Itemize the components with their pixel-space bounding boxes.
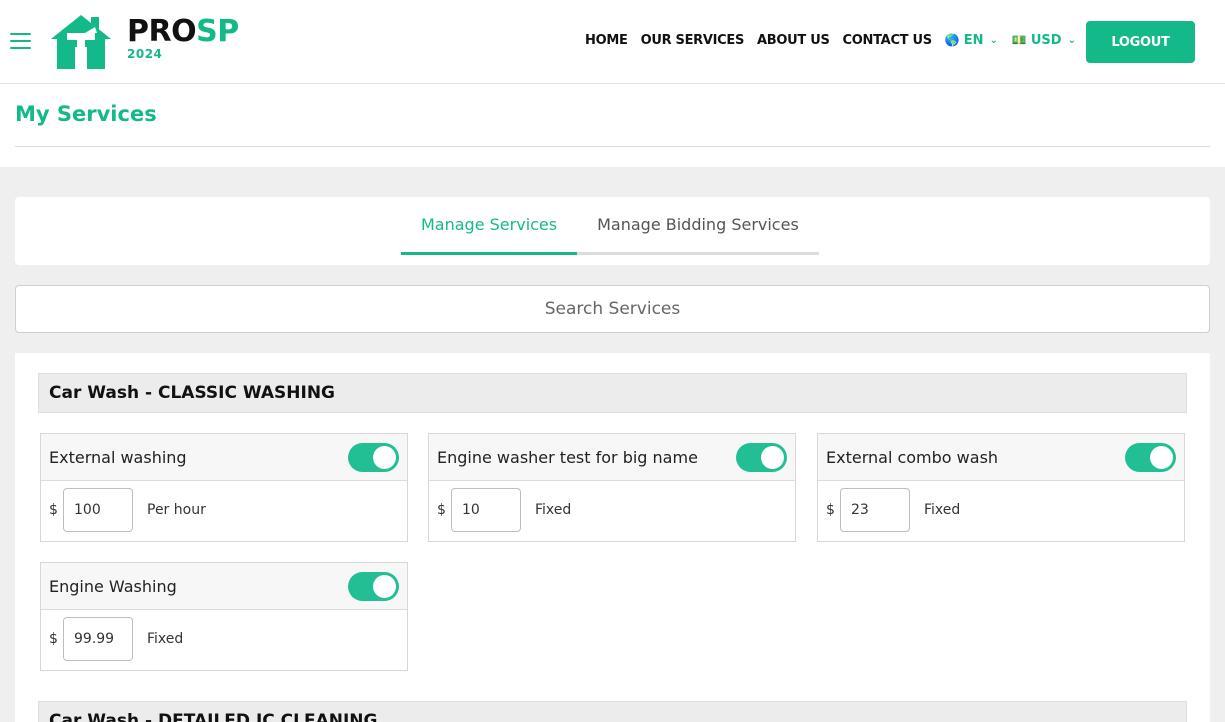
service-card-body: $ Fixed [818,481,1184,541]
language-dropdown[interactable]: 🌎 EN ⌄ [945,33,998,48]
nav-home[interactable]: HOME [585,33,628,48]
logo-wordmark: PROSP [127,14,239,49]
toggle-knob [761,446,784,469]
page-title: My Services [15,102,157,126]
main-nav: HOME OUR SERVICES ABOUT US CONTACT US 🌎 … [585,31,1090,49]
hamburger-menu-icon[interactable] [10,33,31,49]
tabs-card: Manage Services Manage Bidding Services [15,197,1210,265]
price-input[interactable] [63,488,133,532]
service-enabled-toggle[interactable] [348,443,399,472]
price-input[interactable] [451,488,521,532]
logo-year: 2024 [127,47,163,61]
price-input[interactable] [63,617,133,661]
search-input[interactable] [15,285,1210,333]
service-card-body: $ Fixed [429,481,795,541]
currency-symbol: $ [437,502,446,518]
service-name: Engine Washing [49,577,177,596]
language-label: EN [963,32,984,48]
logout-button[interactable]: LOGOUT [1086,21,1195,63]
toggle-knob [373,575,396,598]
brand-logo[interactable]: PROSP 2024 [49,13,239,71]
chevron-down-icon: ⌄ [1067,34,1076,46]
service-card-engine-washing: Engine Washing $ Fixed [40,562,408,671]
service-enabled-toggle[interactable] [348,572,399,601]
service-name: Engine washer test for big name [437,448,698,467]
service-enabled-toggle[interactable] [1125,443,1176,472]
currency-dropdown[interactable]: 💵 USD ⌄ [1012,33,1076,48]
currency-symbol: $ [49,502,58,518]
service-card-engine-washer-test: Engine washer test for big name $ Fixed [428,433,796,542]
service-card-header: External combo wash [818,434,1184,481]
currency-symbol: $ [49,631,58,647]
price-unit: Fixed [147,631,184,647]
service-card-header: Engine Washing [41,563,407,610]
title-divider [15,146,1210,147]
service-tabs: Manage Services Manage Bidding Services [401,211,819,255]
service-card-external-washing: External washing $ Per hour [40,433,408,542]
money-icon: 💵 [1011,33,1027,47]
service-enabled-toggle[interactable] [736,443,787,472]
currency-label: USD [1030,32,1062,48]
price-unit: Fixed [924,502,961,518]
globe-icon: 🌎 [944,33,960,47]
category-header: Car Wash - DETAILED IC CLEANING [38,701,1187,722]
service-card-header: Engine washer test for big name [429,434,795,481]
currency-symbol: $ [826,502,835,518]
price-unit: Per hour [147,502,206,518]
tab-manage-services[interactable]: Manage Services [401,211,578,255]
category-header: Car Wash - CLASSIC WASHING [38,373,1187,413]
top-header: PROSP 2024 HOME OUR SERVICES ABOUT US CO… [0,0,1225,84]
service-card-body: $ Per hour [41,481,407,541]
services-panel: Car Wash - CLASSIC WASHING External wash… [15,353,1210,722]
page-title-area: My Services [0,84,1225,167]
toggle-knob [373,446,396,469]
service-name: External washing [49,448,187,467]
nav-contact-us[interactable]: CONTACT US [843,33,933,48]
toggle-knob [1150,446,1173,469]
price-input[interactable] [840,488,910,532]
nav-about-us[interactable]: ABOUT US [757,33,830,48]
price-unit: Fixed [535,502,572,518]
house-hammer-logo-icon [51,15,111,69]
service-card-body: $ Fixed [41,610,407,670]
nav-our-services[interactable]: OUR SERVICES [641,33,745,48]
chevron-down-icon: ⌄ [989,34,998,46]
service-card-header: External washing [41,434,407,481]
service-name: External combo wash [826,448,999,467]
tab-manage-bidding-services[interactable]: Manage Bidding Services [577,211,819,252]
service-card-external-combo-wash: External combo wash $ Fixed [817,433,1185,542]
